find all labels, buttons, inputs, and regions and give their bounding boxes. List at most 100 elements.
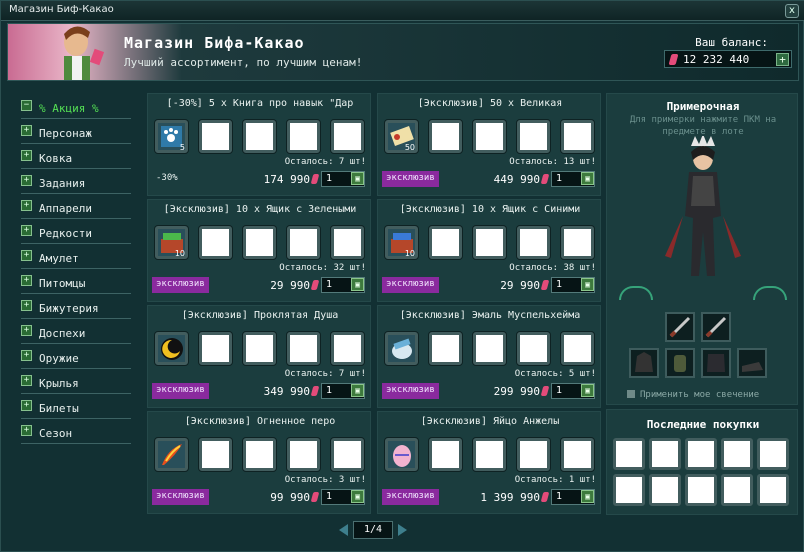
- empty-slot[interactable]: [243, 120, 276, 153]
- plus-icon[interactable]: +: [21, 425, 32, 436]
- empty-slot[interactable]: [243, 332, 276, 365]
- offer-card[interactable]: [Эксклюзив] Огненное перо Осталось: 3 шт!…: [147, 411, 371, 514]
- cart-icon[interactable]: ▣: [351, 278, 364, 291]
- sidebar-item[interactable]: + Сезон: [21, 422, 131, 444]
- empty-slot[interactable]: [561, 438, 594, 471]
- cart-icon[interactable]: ▣: [581, 490, 594, 503]
- empty-slot[interactable]: [429, 120, 462, 153]
- empty-slot[interactable]: [429, 332, 462, 365]
- empty-slot[interactable]: [331, 438, 364, 471]
- sidebar-item[interactable]: + Питомцы: [21, 272, 131, 294]
- recent-slot[interactable]: [757, 438, 789, 470]
- sidebar-item[interactable]: + Бижутерия: [21, 297, 131, 319]
- cart-icon[interactable]: ▣: [581, 172, 594, 185]
- empty-slot[interactable]: [287, 120, 320, 153]
- armor-slot[interactable]: [701, 348, 731, 378]
- cart-icon[interactable]: ▣: [351, 384, 364, 397]
- empty-slot[interactable]: [199, 226, 232, 259]
- plus-icon[interactable]: +: [21, 400, 32, 411]
- sidebar-item[interactable]: −% Акция %: [21, 97, 131, 119]
- offer-card[interactable]: [Эксклюзив] Яйцо Анжелы Осталось: 1 шт! эк…: [377, 411, 601, 514]
- empty-slot[interactable]: [517, 120, 550, 153]
- character-preview[interactable]: [663, 136, 743, 286]
- plus-icon[interactable]: +: [21, 150, 32, 161]
- plus-icon[interactable]: +: [21, 125, 32, 136]
- sidebar-item[interactable]: + Доспехи: [21, 322, 131, 344]
- plus-icon[interactable]: +: [21, 350, 32, 361]
- empty-slot[interactable]: [473, 438, 506, 471]
- sidebar-item[interactable]: + Крылья: [21, 372, 131, 394]
- item-slot[interactable]: [385, 332, 418, 365]
- next-page-icon[interactable]: [398, 524, 407, 536]
- plus-icon[interactable]: +: [21, 375, 32, 386]
- recent-slot[interactable]: [757, 474, 789, 506]
- item-slot[interactable]: [385, 438, 418, 471]
- item-slot[interactable]: 50: [385, 120, 418, 153]
- item-slot[interactable]: [155, 332, 188, 365]
- plus-icon[interactable]: +: [21, 300, 32, 311]
- empty-slot[interactable]: [429, 438, 462, 471]
- recent-slot[interactable]: [649, 474, 681, 506]
- offer-card[interactable]: [Эксклюзив] Эмаль Муспельхейма Осталось: …: [377, 305, 601, 408]
- cart-icon[interactable]: ▣: [351, 490, 364, 503]
- offer-card[interactable]: [Эксклюзив] 10 х Ящик с Зелеными 10 Остало…: [147, 199, 371, 302]
- weapon-slot-2[interactable]: [701, 312, 731, 342]
- empty-slot[interactable]: [473, 120, 506, 153]
- boots-slot[interactable]: [737, 348, 767, 378]
- checkbox-icon[interactable]: [627, 390, 635, 398]
- sidebar-item[interactable]: + Задания: [21, 172, 131, 194]
- recent-slot[interactable]: [721, 438, 753, 470]
- recent-slot[interactable]: [685, 438, 717, 470]
- recent-slot[interactable]: [613, 438, 645, 470]
- empty-slot[interactable]: [561, 332, 594, 365]
- rotate-left-icon[interactable]: [619, 286, 653, 300]
- apply-glow-checkbox[interactable]: Применить мое свечение: [627, 390, 759, 400]
- empty-slot[interactable]: [243, 226, 276, 259]
- empty-slot[interactable]: [429, 226, 462, 259]
- sidebar-item[interactable]: + Аппарели: [21, 197, 131, 219]
- offer-card[interactable]: [-30%] 5 x Книга про навык "Дар 5 Осталось…: [147, 93, 371, 196]
- item-slot[interactable]: 10: [385, 226, 418, 259]
- recent-slot[interactable]: [685, 474, 717, 506]
- rotate-right-icon[interactable]: [753, 286, 787, 300]
- weapon-slot-1[interactable]: [665, 312, 695, 342]
- empty-slot[interactable]: [331, 332, 364, 365]
- plus-icon[interactable]: +: [21, 325, 32, 336]
- close-button[interactable]: x: [785, 4, 799, 18]
- cart-icon[interactable]: ▣: [351, 172, 364, 185]
- offer-card[interactable]: [Эксклюзив] 50 х Великая 50 Осталось: 13 ш…: [377, 93, 601, 196]
- cart-icon[interactable]: ▣: [581, 384, 594, 397]
- empty-slot[interactable]: [331, 120, 364, 153]
- empty-slot[interactable]: [199, 120, 232, 153]
- prev-page-icon[interactable]: [339, 524, 348, 536]
- recent-slot[interactable]: [613, 474, 645, 506]
- sidebar-item[interactable]: + Редкости: [21, 222, 131, 244]
- empty-slot[interactable]: [517, 438, 550, 471]
- minus-icon[interactable]: −: [21, 100, 32, 111]
- empty-slot[interactable]: [287, 226, 320, 259]
- empty-slot[interactable]: [473, 332, 506, 365]
- title-bar[interactable]: Магазин Биф-Какао x: [1, 1, 804, 21]
- empty-slot[interactable]: [287, 332, 320, 365]
- helmet-slot[interactable]: [629, 348, 659, 378]
- empty-slot[interactable]: [331, 226, 364, 259]
- empty-slot[interactable]: [517, 226, 550, 259]
- add-balance-button[interactable]: +: [776, 53, 789, 66]
- sidebar-item[interactable]: + Ковка: [21, 147, 131, 169]
- plus-icon[interactable]: +: [21, 250, 32, 261]
- sidebar-item[interactable]: + Амулет: [21, 247, 131, 269]
- plus-icon[interactable]: +: [21, 175, 32, 186]
- empty-slot[interactable]: [473, 226, 506, 259]
- empty-slot[interactable]: [243, 438, 276, 471]
- empty-slot[interactable]: [561, 120, 594, 153]
- plus-icon[interactable]: +: [21, 225, 32, 236]
- plus-icon[interactable]: +: [21, 200, 32, 211]
- recent-slot[interactable]: [721, 474, 753, 506]
- empty-slot[interactable]: [199, 438, 232, 471]
- item-slot[interactable]: 10: [155, 226, 188, 259]
- sidebar-item[interactable]: + Оружие: [21, 347, 131, 369]
- empty-slot[interactable]: [561, 226, 594, 259]
- item-slot[interactable]: 5: [155, 120, 188, 153]
- cart-icon[interactable]: ▣: [581, 278, 594, 291]
- plus-icon[interactable]: +: [21, 275, 32, 286]
